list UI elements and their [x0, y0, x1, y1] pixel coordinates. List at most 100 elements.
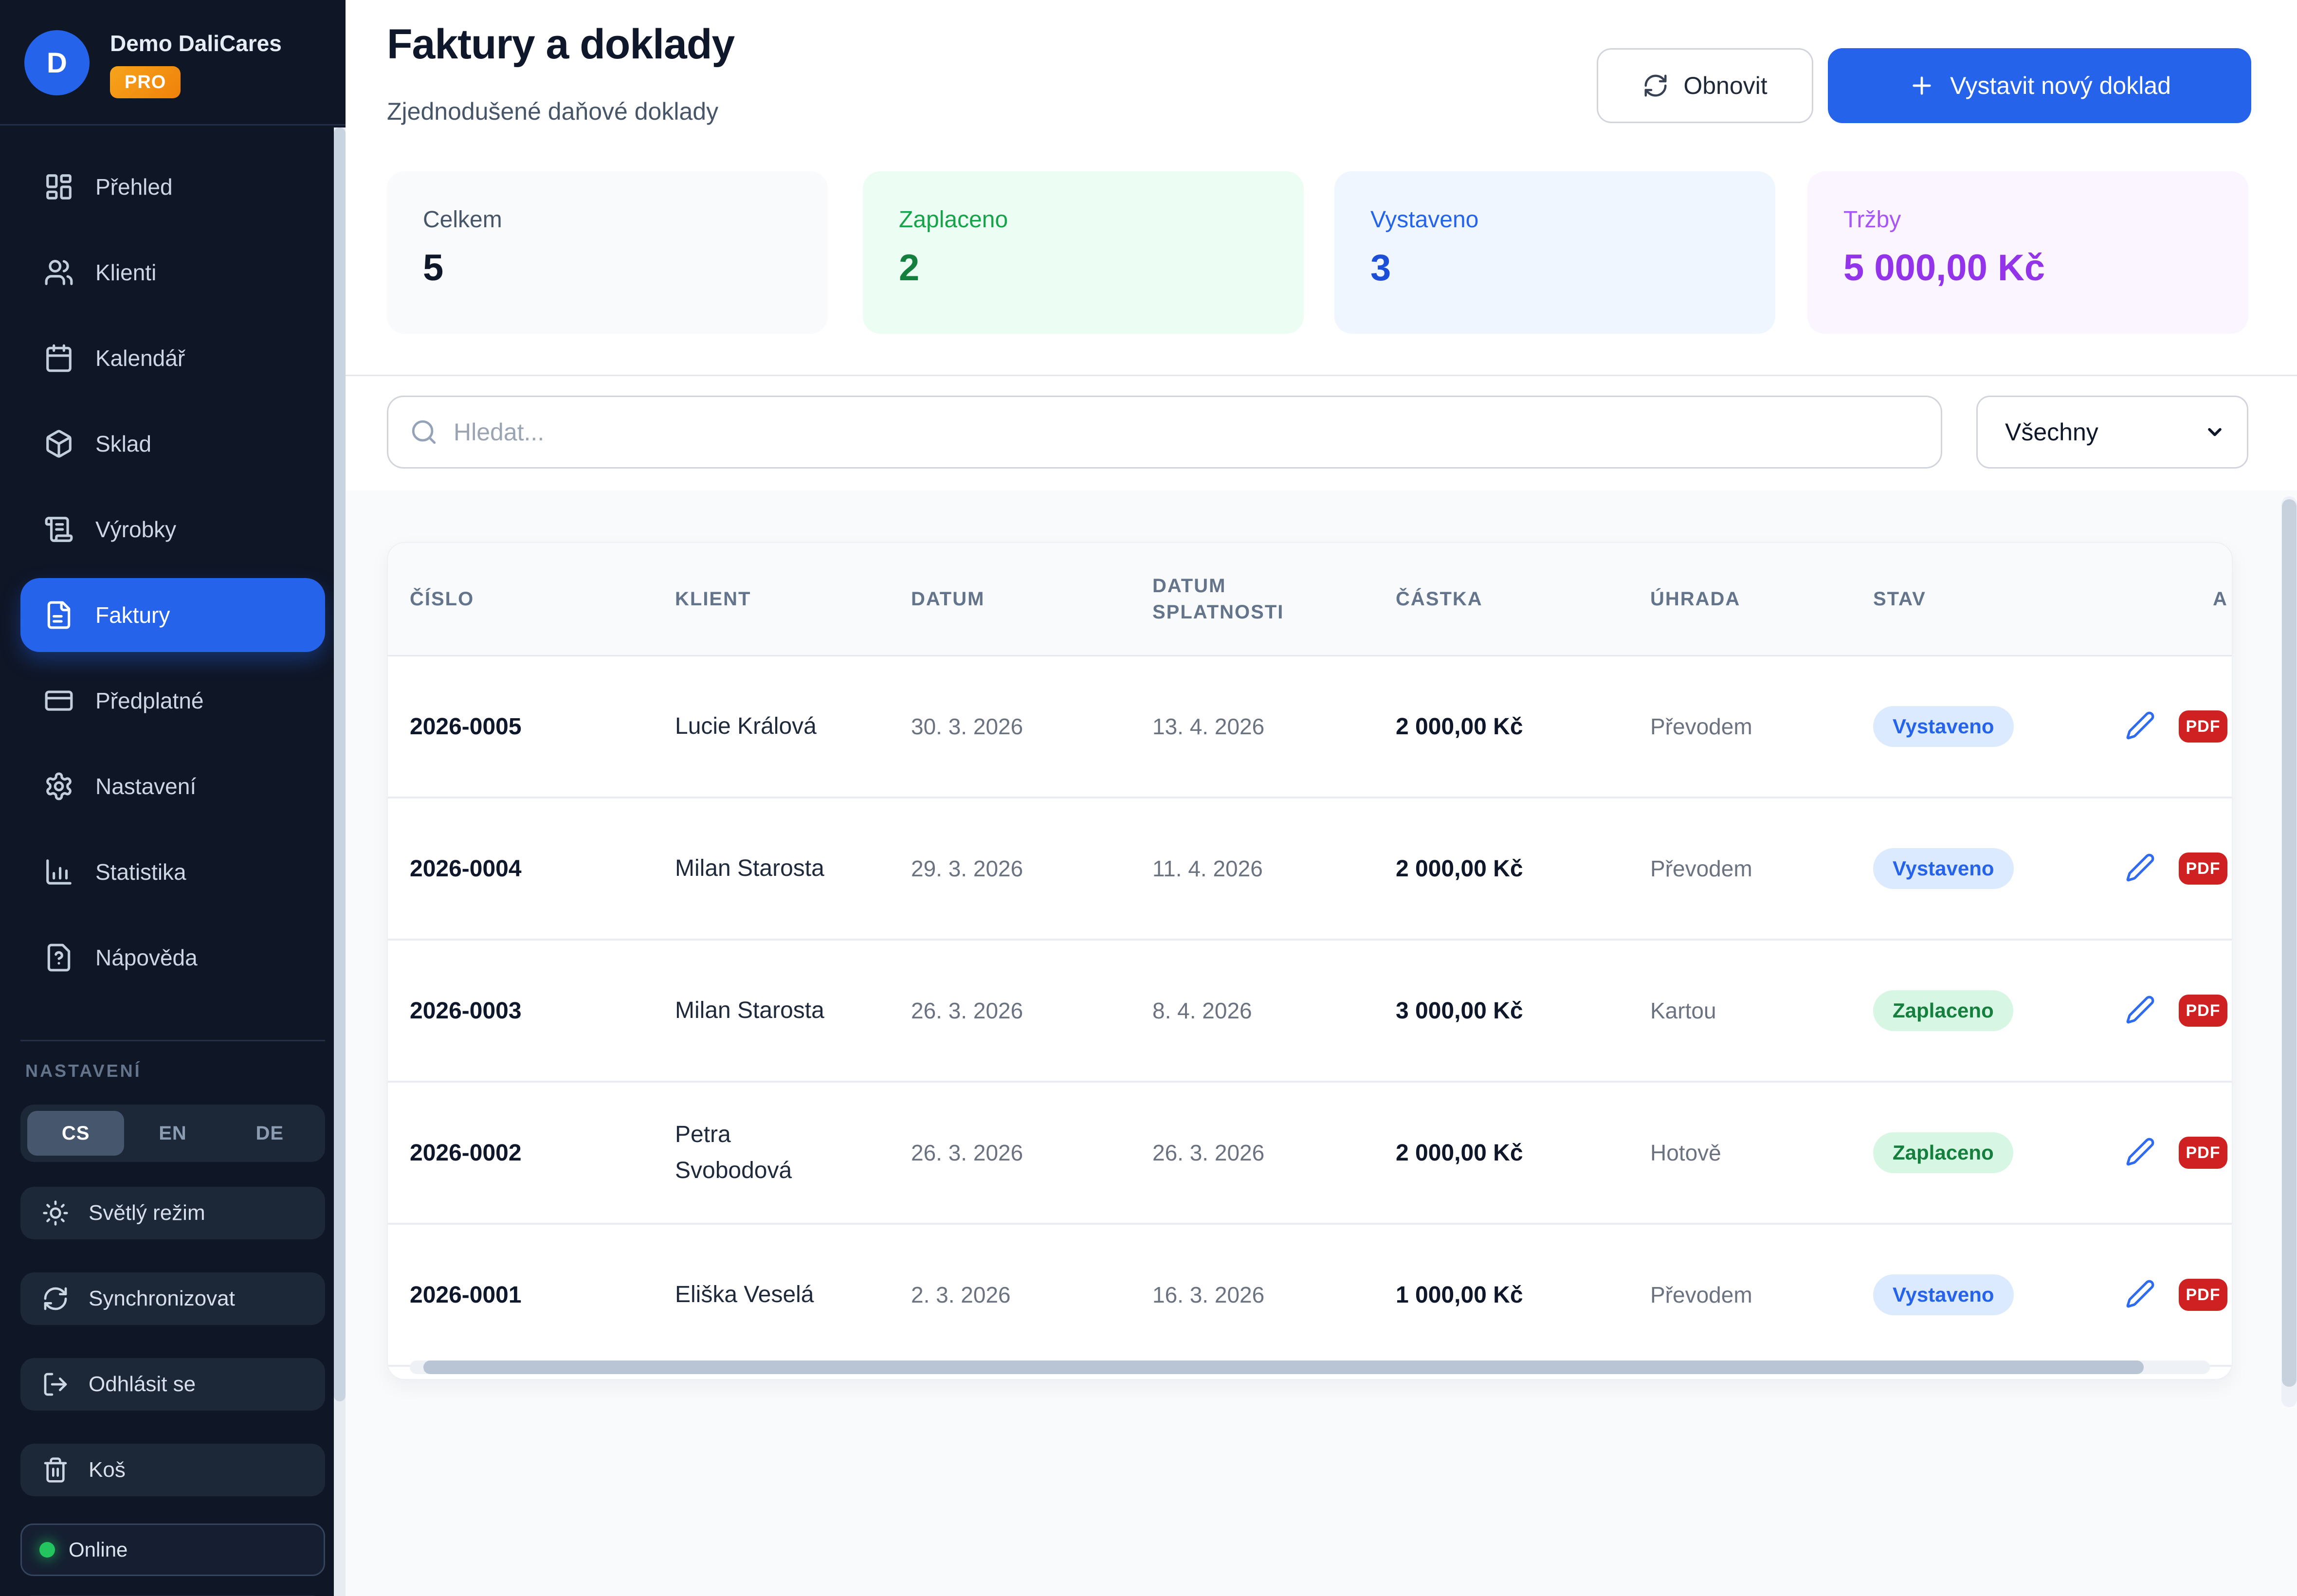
- table-row[interactable]: 2026-0005 Lucie Králová 30. 3. 2026 13. …: [388, 656, 2232, 798]
- workspace-name: Demo DaliCares: [110, 30, 282, 56]
- sidebar-item-label: Faktury: [95, 602, 170, 628]
- column-klient[interactable]: KLIENT: [675, 588, 911, 610]
- search-input[interactable]: [453, 417, 1941, 447]
- status-badge: Vystaveno: [1873, 1274, 2014, 1315]
- pdf-button[interactable]: PDF: [2179, 995, 2227, 1027]
- online-status: Online: [20, 1523, 325, 1576]
- sidebar-item-label: Výrobky: [95, 516, 176, 543]
- page-subtitle: Zjednodušené daňové doklady: [387, 97, 718, 126]
- lang-cs-button[interactable]: CS: [27, 1111, 124, 1156]
- sidebar-item-label: Nastavení: [95, 773, 196, 799]
- synchronize-button[interactable]: Synchronizovat: [20, 1272, 325, 1325]
- header-divider: [346, 375, 2297, 376]
- logout-icon: [42, 1371, 69, 1398]
- pro-badge: PRO: [110, 66, 181, 98]
- sidebar-item-prehled[interactable]: Přehled: [20, 150, 325, 224]
- sidebar-item-nastaveni[interactable]: Nastavení: [20, 749, 325, 823]
- edit-button[interactable]: [2125, 995, 2155, 1027]
- column-datum-splatnosti[interactable]: DATUM SPLATNOSTI: [1152, 573, 1318, 625]
- light-mode-label: Světlý režim: [89, 1201, 205, 1225]
- pdf-button[interactable]: PDF: [2179, 710, 2227, 743]
- sidebar-item-vyrobky[interactable]: Výrobky: [20, 492, 325, 566]
- table-row[interactable]: 2026-0004 Milan Starosta 29. 3. 2026 11.…: [388, 798, 2232, 941]
- column-uhrada[interactable]: ÚHRADA: [1650, 588, 1873, 610]
- table-row[interactable]: 2026-0003 Milan Starosta 26. 3. 2026 8. …: [388, 941, 2232, 1083]
- column-datum[interactable]: DATUM: [911, 588, 1152, 610]
- refresh-button[interactable]: Obnovit: [1597, 48, 1813, 123]
- sidebar-item-statistika[interactable]: Statistika: [20, 835, 325, 909]
- avatar: D: [24, 30, 90, 95]
- sidebar: D Demo DaliCares PRO Přehled Klienti Kal…: [0, 0, 346, 1596]
- edit-button[interactable]: [2125, 710, 2155, 743]
- invoice-date: 30. 3. 2026: [911, 713, 1152, 740]
- edit-button[interactable]: [2125, 852, 2155, 885]
- status-filter-select[interactable]: Všechny: [1976, 396, 2248, 469]
- column-akce[interactable]: A: [2103, 588, 2233, 610]
- invoice-due-date: 16. 3. 2026: [1152, 1282, 1396, 1308]
- column-cislo[interactable]: ČÍSLO: [410, 588, 675, 610]
- logout-label: Odhlásit se: [89, 1372, 196, 1396]
- table-row[interactable]: 2026-0001 Eliška Veselá 2. 3. 2026 16. 3…: [388, 1225, 2232, 1367]
- invoice-due-date: 11. 4. 2026: [1152, 855, 1396, 882]
- invoice-client: Milan Starosta: [675, 993, 836, 1029]
- stat-value: 5: [423, 247, 828, 289]
- invoice-date: 26. 3. 2026: [911, 998, 1152, 1024]
- sidebar-scrollbar[interactable]: [334, 127, 346, 1596]
- vertical-scrollbar-thumb[interactable]: [2282, 499, 2297, 1387]
- workspace-header[interactable]: D Demo DaliCares PRO: [0, 0, 346, 126]
- invoice-amount: 2 000,00 Kč: [1396, 713, 1650, 740]
- online-label: Online: [69, 1538, 128, 1561]
- status-badge: Vystaveno: [1873, 706, 2014, 747]
- sidebar-item-klienti[interactable]: Klienti: [20, 236, 325, 309]
- pdf-button[interactable]: PDF: [2179, 1279, 2227, 1311]
- stat-value: 2: [899, 247, 1304, 289]
- invoice-icon: [44, 600, 74, 630]
- logout-button[interactable]: Odhlásit se: [20, 1358, 325, 1411]
- sidebar-item-sklad[interactable]: Sklad: [20, 407, 325, 481]
- invoice-number: 2026-0002: [410, 1140, 675, 1166]
- lang-de-button[interactable]: DE: [221, 1111, 318, 1156]
- sidebar-scrollbar-thumb[interactable]: [334, 127, 346, 1401]
- sidebar-item-kalendar[interactable]: Kalendář: [20, 321, 325, 395]
- vertical-scrollbar[interactable]: [2281, 496, 2297, 1407]
- language-toggle: CS EN DE: [20, 1105, 325, 1162]
- edit-button[interactable]: [2125, 1279, 2155, 1311]
- stat-card-total: Celkem 5: [387, 171, 828, 334]
- invoice-payment: Převodem: [1650, 1282, 1873, 1308]
- invoice-payment: Převodem: [1650, 713, 1873, 740]
- horizontal-scrollbar-thumb[interactable]: [423, 1360, 2144, 1374]
- invoice-number: 2026-0005: [410, 713, 675, 740]
- stat-label: Vystaveno: [1370, 206, 1775, 233]
- invoice-date: 29. 3. 2026: [911, 855, 1152, 882]
- sidebar-item-predplatne[interactable]: Předplatné: [20, 664, 325, 738]
- trash-button[interactable]: Koš: [20, 1444, 325, 1496]
- sidebar-nav: Přehled Klienti Kalendář Sklad Výrobky F…: [0, 126, 346, 995]
- stat-label: Tržby: [1843, 206, 2248, 233]
- sidebar-item-label: Statistika: [95, 859, 186, 885]
- synchronize-label: Synchronizovat: [89, 1287, 235, 1311]
- edit-button[interactable]: [2125, 1137, 2155, 1169]
- status-badge: Zaplaceno: [1873, 1132, 2013, 1173]
- light-mode-button[interactable]: Světlý režim: [20, 1187, 325, 1239]
- sidebar-item-faktury[interactable]: Faktury: [20, 578, 325, 652]
- status-badge: Vystaveno: [1873, 848, 2014, 889]
- sun-icon: [42, 1199, 69, 1227]
- table-row[interactable]: 2026-0002 Petra Svobodová 26. 3. 2026 26…: [388, 1083, 2232, 1225]
- invoice-number: 2026-0001: [410, 1282, 675, 1308]
- horizontal-scrollbar[interactable]: [410, 1360, 2210, 1374]
- column-castka[interactable]: ČÁSTKA: [1396, 588, 1650, 610]
- sidebar-item-label: Klienti: [95, 259, 156, 286]
- stat-card-revenue: Tržby 5 000,00 Kč: [1807, 171, 2248, 334]
- lang-en-button[interactable]: EN: [124, 1111, 221, 1156]
- pdf-button[interactable]: PDF: [2179, 852, 2227, 885]
- invoice-due-date: 13. 4. 2026: [1152, 713, 1396, 740]
- stat-label: Zaplaceno: [899, 206, 1304, 233]
- column-stav[interactable]: STAV: [1873, 588, 2103, 610]
- invoice-client: Lucie Králová: [675, 708, 836, 744]
- sidebar-item-napoveda[interactable]: Nápověda: [20, 921, 325, 995]
- gear-icon: [44, 771, 74, 801]
- invoice-payment: Hotově: [1650, 1140, 1873, 1166]
- pdf-button[interactable]: PDF: [2179, 1137, 2227, 1169]
- stat-card-paid: Zaplaceno 2: [863, 171, 1304, 334]
- new-document-button[interactable]: Vystavit nový doklad: [1828, 48, 2251, 123]
